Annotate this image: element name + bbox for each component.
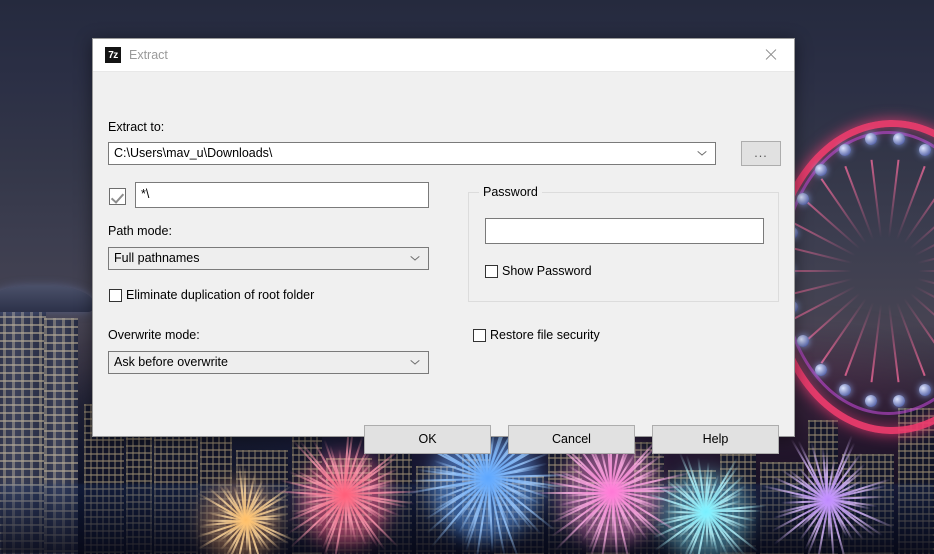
ferris-wheel-capsule — [839, 144, 851, 156]
path-mode-label: Path mode: — [108, 224, 172, 238]
chevron-down-icon — [411, 360, 419, 368]
ferris-wheel-spoke — [885, 270, 934, 324]
ferris-wheel-spoke — [885, 270, 934, 299]
password-input[interactable] — [485, 218, 764, 244]
overwrite-mode-value: Ask before overwrite — [114, 355, 228, 369]
eliminate-duplication-label: Eliminate duplication of root folder — [126, 288, 314, 302]
overwrite-mode-combobox[interactable]: Ask before overwrite — [108, 351, 429, 374]
path-mode-combobox[interactable]: Full pathnames — [108, 247, 429, 270]
ferris-wheel-spoke — [884, 166, 926, 271]
dialog-title: Extract — [129, 47, 168, 63]
overwrite-mode-label: Overwrite mode: — [108, 328, 200, 342]
wildcard-filter-input[interactable]: *\ — [135, 182, 429, 208]
dialog-body: Extract to: C:\Users\mav_u\Downloads\ ..… — [93, 72, 794, 438]
close-icon[interactable] — [748, 39, 794, 70]
ferris-wheel-spoke — [785, 218, 885, 272]
show-password-checkbox[interactable] — [485, 265, 498, 278]
ferris-wheel-spoke — [884, 178, 934, 271]
chevron-down-icon — [698, 151, 706, 159]
ferris-wheel-capsule — [815, 164, 827, 176]
ferris-wheel-spoke — [885, 218, 934, 272]
firework-glow — [200, 480, 280, 554]
chevron-down-icon — [411, 256, 419, 264]
ok-button[interactable]: OK — [364, 425, 491, 454]
ferris-wheel-capsule — [893, 133, 905, 145]
show-password-label: Show Password — [502, 264, 592, 278]
browse-button[interactable]: ... — [741, 141, 781, 166]
ferris-wheel-spoke — [884, 196, 934, 272]
extract-to-value: C:\Users\mav_u\Downloads\ — [114, 146, 272, 160]
firework-glow — [560, 445, 660, 545]
ferris-wheel-spoke — [801, 196, 886, 272]
help-button[interactable]: Help — [652, 425, 779, 454]
extract-to-label: Extract to: — [108, 120, 164, 134]
ferris-wheel-spoke — [785, 270, 885, 324]
wildcard-filter-checkbox[interactable] — [109, 188, 126, 205]
ferris-wheel-capsule — [919, 144, 931, 156]
eliminate-duplication-checkbox[interactable] — [109, 289, 122, 302]
restore-file-security-label: Restore file security — [490, 328, 600, 342]
password-group-label: Password — [479, 185, 542, 199]
extract-dialog: 7z Extract Extract to: C:\Users\mav_u\Do… — [92, 38, 795, 437]
7zip-icon: 7z — [105, 47, 121, 63]
ferris-wheel-capsule — [865, 133, 877, 145]
password-group: Password — [468, 192, 779, 302]
ferris-wheel-capsule — [797, 193, 809, 205]
ferris-wheel-spoke — [884, 160, 899, 271]
ferris-wheel-spoke — [844, 166, 886, 271]
restore-file-security-checkbox[interactable] — [473, 329, 486, 342]
ferris-wheel-spoke — [821, 178, 886, 271]
ferris-wheel-spoke — [885, 243, 934, 272]
ferris-wheel-spoke — [885, 270, 934, 272]
firework-glow — [660, 470, 750, 554]
firework-glow — [300, 455, 390, 545]
mbs-skypark — [0, 286, 94, 312]
extract-to-combobox[interactable]: C:\Users\mav_u\Downloads\ — [108, 142, 716, 165]
path-mode-value: Full pathnames — [114, 251, 199, 265]
ferris-wheel-spoke — [871, 160, 886, 271]
dialog-titlebar[interactable]: 7z Extract — [93, 39, 794, 72]
cancel-button[interactable]: Cancel — [508, 425, 635, 454]
